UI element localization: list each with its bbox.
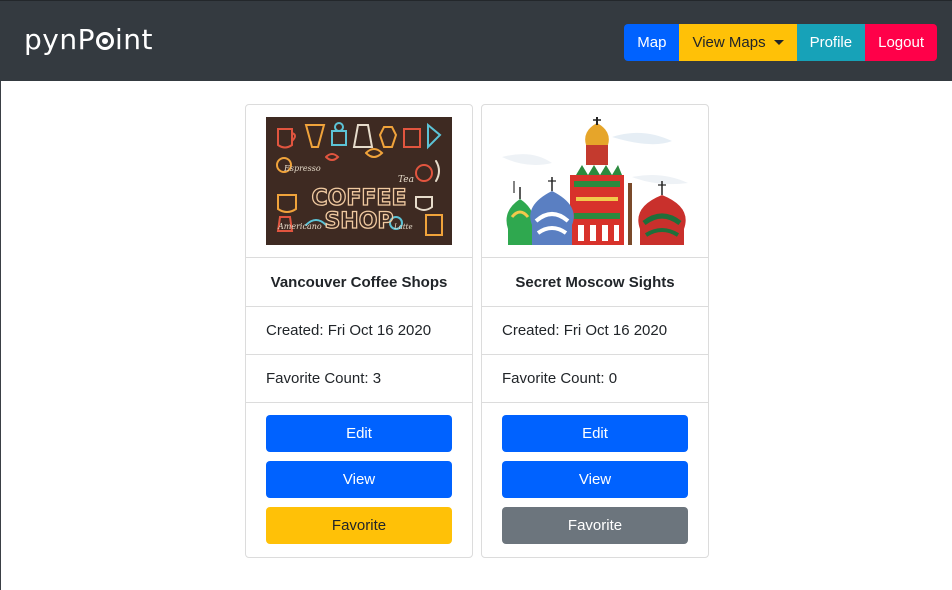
card-created-date: Created: Fri Oct 16 2020 [246,306,472,354]
view-maps-label: View Maps [692,34,766,51]
card-actions: Edit View Favorite [482,402,708,557]
coffee-text: COFFEE [312,186,407,211]
map-pin-icon [95,32,114,50]
nav-button-group: Map View Maps Profile Logout [624,24,937,61]
favorite-button[interactable]: Favorite [502,507,688,544]
chevron-down-icon [773,40,784,45]
map-card: Secret Moscow Sights Created: Fri Oct 16… [481,104,709,558]
map-card: COFFEE SHOP Espresso Tea Americano Latte… [245,104,473,558]
card-created-date: Created: Fri Oct 16 2020 [482,306,708,354]
card-title: Vancouver Coffee Shops [246,257,472,306]
edit-button[interactable]: Edit [502,415,688,452]
view-button[interactable]: View [502,461,688,498]
edit-button[interactable]: Edit [266,415,452,452]
view-button[interactable]: View [266,461,452,498]
card-favorite-count: Favorite Count: 3 [246,354,472,402]
navbar: pynP int Map View Maps Profile Logout [0,0,952,81]
logout-button[interactable]: Logout [865,24,937,61]
brand-text-end: int [114,23,153,56]
favorite-button[interactable]: Favorite [266,507,452,544]
card-favorite-count: Favorite Count: 0 [482,354,708,402]
profile-button[interactable]: Profile [796,24,866,61]
shop-text: SHOP [324,209,393,234]
moscow-image [502,117,688,245]
latte-text: Latte [393,223,413,231]
card-actions: Edit View Favorite [246,402,472,557]
tea-text: Tea [398,175,414,185]
brand-logo[interactable]: pynP int [24,23,153,56]
moscow-cathedral-watercolor [502,117,688,245]
view-maps-dropdown[interactable]: View Maps [679,24,797,61]
americano-text: Americano [277,222,322,231]
coffee-shop-illustration: COFFEE SHOP Espresso Tea Americano Latte [266,117,452,245]
page-frame [0,0,952,590]
coffee-shop-image: COFFEE SHOP Espresso Tea Americano Latte [266,117,452,245]
brand-text-start: pynP [24,23,95,56]
card-title: Secret Moscow Sights [482,257,708,306]
espresso-text: Espresso [283,164,321,173]
map-button[interactable]: Map [624,24,680,61]
